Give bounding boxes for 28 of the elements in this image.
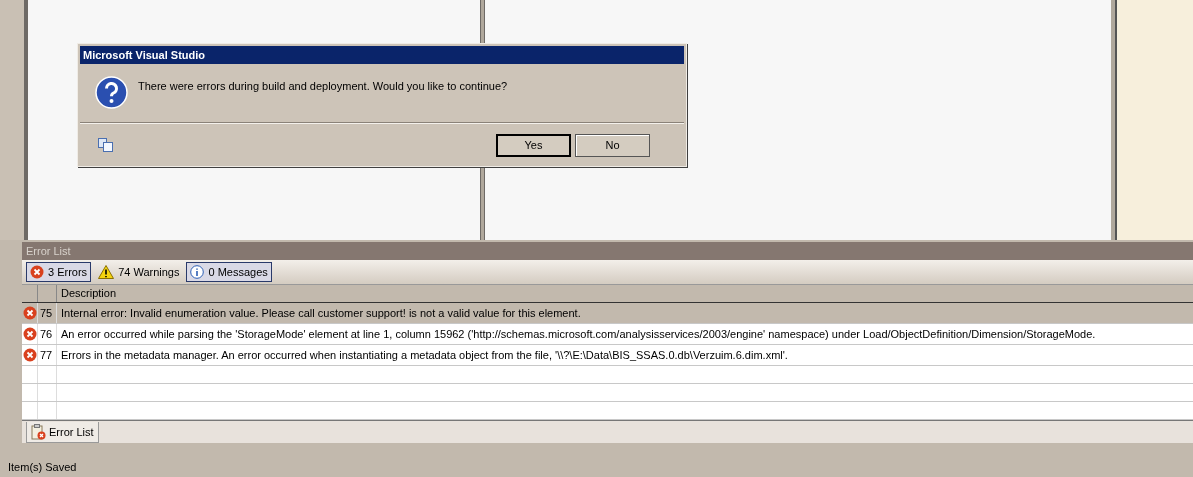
filter-button[interactable]: 3 Errors [26, 262, 92, 282]
error-description: An error occurred while parsing the 'StorageMode' element at line 1, column 15962 ('http://schemas.microsoft.com/analysisservices/2003/engine' namespace) under Load/ObjectDefinition/Dimension/StorageMode. [60, 326, 1097, 342]
info-icon [190, 265, 205, 279]
error-row[interactable] [22, 324, 1193, 345]
error-icon [22, 348, 37, 362]
error-row[interactable]: 77 Errors in the metadata manager. An error occurred when instantiating a metadata object from the file, '\\?\E:\Data\BIS_SSAS.0.db\Verzuim.6.dim.xml'. [22, 345, 1193, 366]
error-icon [22, 306, 37, 320]
clipboard-error-icon [31, 424, 46, 440]
filter-button[interactable]: 74 Warnings [94, 262, 184, 282]
dialog-title: Microsoft Visual Studio [80, 46, 684, 64]
dialog-message: There were errors during build and deployment. Would you like to continue? [138, 79, 508, 94]
error-description: Internal error: Invalid enumeration value. Please call customer support! is not a valid value for this element. [60, 305, 582, 321]
row-number: 77 [38, 345, 57, 365]
panel-title: Error List [22, 242, 1193, 260]
panel-tab[interactable]: Error List [26, 422, 99, 443]
error-icon [22, 327, 37, 341]
filter-button[interactable]: 0 Messages [186, 262, 272, 282]
error-description: Errors in the metadata manager. An error occurred when instantiating a metadata object from the file, '\\?\E:\Data\BIS_SSAS.0.db\Verzuim.6.dim.xml'. [60, 347, 789, 363]
error-icon [30, 265, 44, 279]
row-number: 76 [38, 324, 57, 344]
status-text: Item(s) Saved [7, 459, 78, 475]
dialog-button[interactable]: No [575, 133, 650, 157]
warning-icon [98, 265, 115, 279]
error-row[interactable]: 75 Internal error: Invalid enumeration value. Please call customer support! is not a valid value for this element. [22, 303, 1193, 324]
copy-icon [98, 138, 113, 152]
row-number: 75 [38, 303, 57, 323]
question-icon [95, 76, 128, 109]
dialog-button[interactable]: Yes [496, 133, 571, 157]
